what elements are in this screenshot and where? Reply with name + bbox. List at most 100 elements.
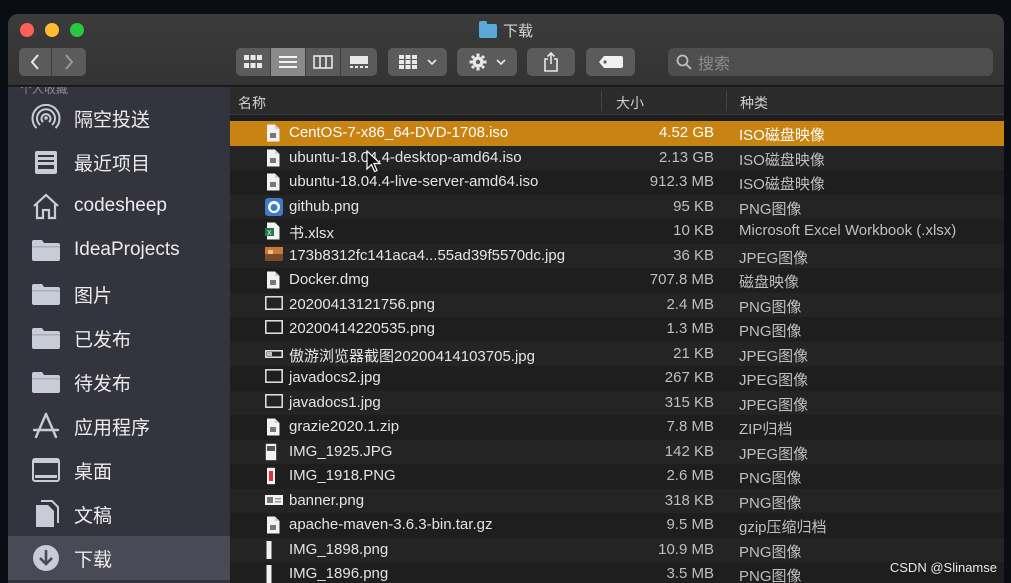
gear-icon: [469, 53, 486, 71]
sidebar-item-pictures[interactable]: 图片: [8, 272, 230, 316]
home-icon: [29, 189, 63, 223]
group-by-button[interactable]: [388, 48, 447, 76]
column-divider[interactable]: [726, 91, 727, 111]
sidebar-item-label: 待发布: [74, 373, 132, 395]
sidebar-item-label: 已发布: [74, 329, 132, 351]
column-header-size[interactable]: 大小: [616, 93, 644, 113]
sidebar-item-applications[interactable]: 应用程序: [8, 404, 230, 448]
action-menu-button[interactable]: [457, 48, 517, 76]
file-row[interactable]: javadocs1.jpg 315 KB JPEG图像: [230, 390, 1004, 415]
sidebar-item-label: 桌面: [74, 461, 113, 483]
window-title-text: 下载: [502, 23, 533, 40]
file-row[interactable]: IMG_1925.JPG 142 KB JPEG图像: [230, 439, 1004, 464]
back-button[interactable]: [19, 48, 52, 76]
column-header-name[interactable]: 名称: [238, 93, 266, 113]
downloads-icon: [29, 541, 63, 575]
file-icon: [265, 246, 283, 265]
applications-icon: [29, 409, 63, 443]
file-name: javadocs1.jpg: [289, 393, 381, 411]
file-row[interactable]: IMG_1896.png 3.5 MB PNG图像: [230, 562, 1004, 583]
file-name: github.png: [289, 197, 360, 215]
file-row[interactable]: javadocs2.jpg 267 KB JPEG图像: [230, 366, 1004, 391]
window-title: 下载: [8, 20, 1004, 41]
sidebar-item-downloads[interactable]: 下载: [8, 536, 230, 580]
file-row[interactable]: apache-maven-3.6.3-bin.tar.gz 9.5 MB gzip压…: [230, 513, 1004, 538]
file-row[interactable]: X 书.xlsx 10 KB Microsoft Excel Workbook (.x…: [230, 219, 1004, 244]
sidebar-item-recents[interactable]: 最近项目: [8, 140, 230, 184]
sidebar-item-codesheep[interactable]: codesheep: [8, 184, 230, 228]
file-kind: JPEG图像: [739, 372, 809, 389]
file-name: grazie2020.1.zip: [289, 418, 400, 435]
file-icon: [265, 565, 281, 583]
column-divider[interactable]: [601, 91, 602, 111]
file-row[interactable]: IMG_1918.PNG 2.6 MB PNG图像: [230, 464, 1004, 489]
file-kind: PNG图像: [739, 470, 802, 487]
search-field[interactable]: 搜索: [668, 48, 993, 76]
file-row[interactable]: IMG_1898.png 10.9 MB PNG图像: [230, 537, 1004, 562]
file-kind: PNG图像: [739, 323, 802, 340]
list-view-button[interactable]: [271, 48, 306, 76]
chevron-down-icon: [495, 59, 506, 65]
file-size: 10.9 MB: [658, 540, 714, 558]
file-icon: [265, 418, 281, 436]
file-kind: JPEG图像: [739, 347, 809, 365]
back-forward-group: [19, 48, 86, 76]
file-row[interactable]: 20200413121756.png 2.4 MB PNG图像: [230, 292, 1004, 317]
finder-window: 下载 搜索 个人收藏 隔空投送 最近项目 codesheep IdeaProje…: [8, 14, 1004, 583]
sidebar-item-label: 隔空投送: [74, 109, 151, 131]
sidebar-item-documents[interactable]: 文稿: [8, 492, 230, 536]
grid-group-icon: [398, 55, 417, 69]
file-kind: PNG图像: [739, 298, 802, 316]
file-kind: ISO磁盘映像: [739, 127, 825, 144]
desktop-icon: [29, 453, 63, 487]
file-row[interactable]: ubuntu-18.04.4-desktop-amd64.iso 2.13 GB I…: [230, 145, 1004, 170]
column-header-kind[interactable]: 种类: [740, 93, 768, 113]
mouse-pointer-icon: [366, 150, 382, 173]
file-icon: [265, 295, 283, 314]
file-row[interactable]: 20200414220535.png 1.3 MB PNG图像: [230, 317, 1004, 342]
file-icon: [265, 173, 281, 191]
icon-view-button[interactable]: [236, 48, 271, 76]
sidebar-item-ideaprojects[interactable]: IdeaProjects: [8, 228, 230, 272]
search-placeholder: 搜索: [698, 56, 731, 73]
tag-icon: [598, 56, 623, 68]
file-row[interactable]: Docker.dmg 707.8 MB 磁盘映像: [230, 268, 1004, 293]
forward-button[interactable]: [52, 48, 86, 76]
documents-icon: [29, 497, 63, 531]
file-name: ubuntu-18.04.4-live-server-amd64.iso: [289, 173, 539, 190]
folder-icon: [29, 233, 63, 267]
file-kind: ISO磁盘映像: [739, 176, 825, 193]
file-kind: PNG图像: [739, 200, 802, 218]
file-icon: X: [265, 222, 281, 240]
share-button[interactable]: [527, 48, 575, 76]
file-row[interactable]: CentOS-7-x86_64-DVD-1708.iso 4.52 GB ISO磁盘…: [230, 121, 1004, 146]
file-name: ubuntu-18.04.4-desktop-amd64.iso: [289, 148, 522, 166]
file-name: banner.png: [289, 491, 365, 509]
gallery-view-button[interactable]: [341, 48, 377, 76]
sidebar-item-airdrop[interactable]: 隔空投送: [8, 96, 230, 140]
file-name: IMG_1925.JPG: [289, 442, 393, 460]
airdrop-icon: [29, 101, 63, 135]
file-kind: JPEG图像: [739, 396, 809, 414]
grid-icon: [244, 55, 262, 68]
file-icon: [265, 369, 283, 387]
column-view-button[interactable]: [306, 48, 341, 76]
file-row[interactable]: github.png 95 KB PNG图像: [230, 194, 1004, 219]
sidebar-item-label: IdeaProjects: [74, 239, 180, 260]
file-row[interactable]: 173b8312fc141aca4...55ad39f5570dc.jpg 36 …: [230, 243, 1004, 268]
sidebar-item-published[interactable]: 已发布: [8, 316, 230, 360]
file-row[interactable]: ubuntu-18.04.4-live-server-amd64.iso 912.…: [230, 170, 1004, 195]
sidebar-item-to-publish[interactable]: 待发布: [8, 360, 230, 404]
file-row[interactable]: banner.png 318 KB PNG图像: [230, 488, 1004, 513]
file-row[interactable]: 傲游浏览器截图20200414103705.jpg 21 KB JPEG图像: [230, 341, 1004, 366]
file-size: 10 KB: [673, 222, 714, 239]
file-size: 2.4 MB: [666, 295, 714, 313]
title-bar: 下载 搜索: [8, 14, 1004, 86]
file-name: IMG_1898.png: [289, 540, 389, 558]
chevron-left-icon: [30, 54, 39, 70]
file-kind: PNG图像: [739, 494, 802, 512]
file-name: Docker.dmg: [289, 271, 370, 288]
sidebar-item-desktop[interactable]: 桌面: [8, 448, 230, 492]
file-row[interactable]: grazie2020.1.zip 7.8 MB ZIP归档: [230, 415, 1004, 440]
edit-tags-button[interactable]: [586, 48, 635, 76]
